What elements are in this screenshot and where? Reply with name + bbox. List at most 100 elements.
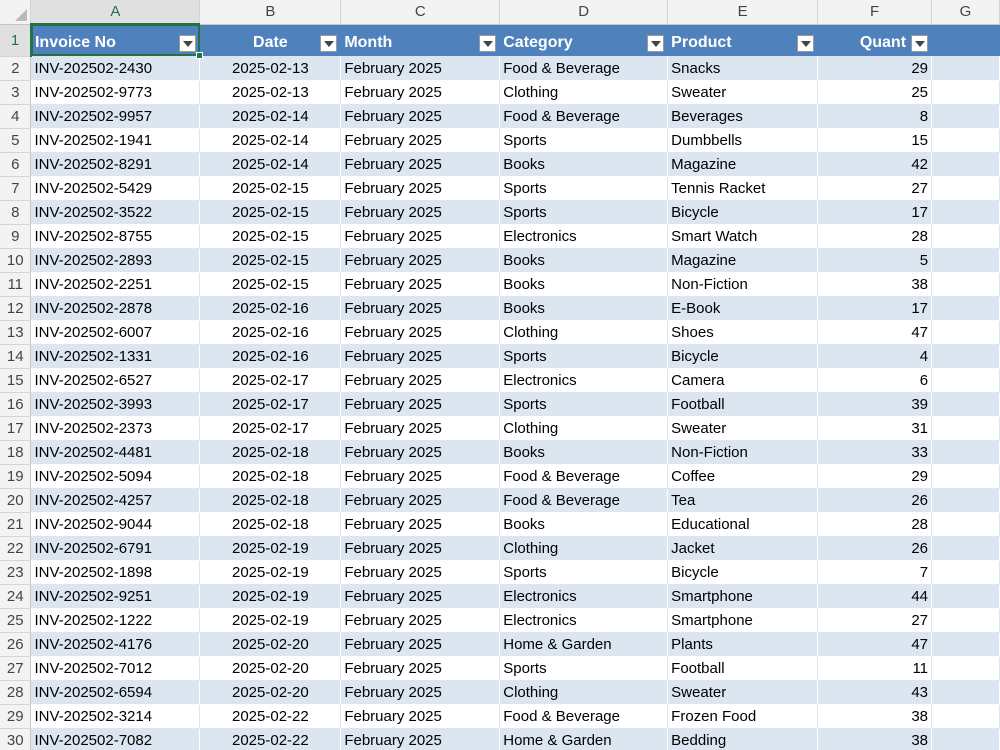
column-header-c[interactable]: C [340, 0, 501, 25]
cell-e[interactable]: Bicycle [667, 344, 819, 369]
cell-g[interactable] [931, 464, 1000, 489]
cell-b[interactable]: 2025-02-15 [199, 248, 342, 273]
cell-c[interactable]: February 2025 [340, 200, 501, 225]
cell-e[interactable]: Sweater [667, 416, 819, 441]
cell-d[interactable]: Books [499, 248, 669, 273]
header-cell-a[interactable]: Invoice No [30, 24, 201, 56]
filter-dropdown-icon[interactable] [179, 35, 197, 52]
cell-b[interactable]: 2025-02-15 [199, 224, 342, 249]
cell-c[interactable]: February 2025 [340, 248, 501, 273]
cell-c[interactable]: February 2025 [340, 224, 501, 249]
row-number[interactable]: 17 [0, 416, 32, 441]
cell-a[interactable]: INV-202502-4257 [30, 488, 201, 513]
cell-a[interactable]: INV-202502-2430 [30, 56, 201, 81]
cell-f[interactable]: 11 [817, 656, 933, 681]
row-number[interactable]: 19 [0, 464, 32, 489]
cell-f[interactable]: 27 [817, 176, 933, 201]
cell-d[interactable]: Sports [499, 656, 669, 681]
cell-c[interactable]: February 2025 [340, 632, 501, 657]
cell-f[interactable]: 43 [817, 680, 933, 705]
cell-g[interactable] [931, 344, 1000, 369]
header-cell-b[interactable]: Date [199, 24, 342, 56]
cell-a[interactable]: INV-202502-7082 [30, 728, 201, 750]
cell-c[interactable]: February 2025 [340, 512, 501, 537]
cell-e[interactable]: Frozen Food [667, 704, 819, 729]
cell-d[interactable]: Home & Garden [499, 632, 669, 657]
cell-a[interactable]: INV-202502-8291 [30, 152, 201, 177]
cell-f[interactable]: 33 [817, 440, 933, 465]
cell-d[interactable]: Sports [499, 392, 669, 417]
cell-f[interactable]: 27 [817, 608, 933, 633]
cell-c[interactable]: February 2025 [340, 80, 501, 105]
cell-e[interactable]: Shoes [667, 320, 819, 345]
cell-a[interactable]: INV-202502-2878 [30, 296, 201, 321]
cell-b[interactable]: 2025-02-22 [199, 728, 342, 750]
cell-b[interactable]: 2025-02-13 [199, 80, 342, 105]
cell-b[interactable]: 2025-02-20 [199, 656, 342, 681]
column-header-e[interactable]: E [667, 0, 819, 25]
row-number[interactable]: 21 [0, 512, 32, 537]
header-cell-g[interactable] [931, 24, 1000, 56]
cell-e[interactable]: Plants [667, 632, 819, 657]
row-number[interactable]: 13 [0, 320, 32, 345]
row-number[interactable]: 9 [0, 224, 32, 249]
cell-e[interactable]: Magazine [667, 248, 819, 273]
filter-dropdown-icon[interactable] [479, 35, 497, 52]
select-all-corner[interactable] [0, 0, 32, 25]
filter-dropdown-icon[interactable] [320, 35, 338, 52]
header-cell-e[interactable]: Product [667, 24, 819, 56]
cell-e[interactable]: Non-Fiction [667, 272, 819, 297]
cell-f[interactable]: 28 [817, 224, 933, 249]
cell-c[interactable]: February 2025 [340, 392, 501, 417]
cell-d[interactable]: Clothing [499, 80, 669, 105]
cell-d[interactable]: Food & Beverage [499, 488, 669, 513]
cell-a[interactable]: INV-202502-6527 [30, 368, 201, 393]
cell-f[interactable]: 38 [817, 272, 933, 297]
cell-d[interactable]: Electronics [499, 368, 669, 393]
cell-b[interactable]: 2025-02-17 [199, 392, 342, 417]
cell-f[interactable]: 31 [817, 416, 933, 441]
cell-g[interactable] [931, 584, 1000, 609]
cell-d[interactable]: Clothing [499, 416, 669, 441]
cell-b[interactable]: 2025-02-13 [199, 56, 342, 81]
cell-b[interactable]: 2025-02-16 [199, 344, 342, 369]
cell-b[interactable]: 2025-02-15 [199, 200, 342, 225]
cell-a[interactable]: INV-202502-2893 [30, 248, 201, 273]
row-number[interactable]: 16 [0, 392, 32, 417]
cell-f[interactable]: 29 [817, 464, 933, 489]
cell-e[interactable]: Camera [667, 368, 819, 393]
cell-c[interactable]: February 2025 [340, 680, 501, 705]
cell-e[interactable]: Tea [667, 488, 819, 513]
cell-c[interactable]: February 2025 [340, 296, 501, 321]
cell-f[interactable]: 42 [817, 152, 933, 177]
cell-b[interactable]: 2025-02-19 [199, 608, 342, 633]
cell-e[interactable]: Bedding [667, 728, 819, 750]
cell-d[interactable]: Sports [499, 344, 669, 369]
cell-g[interactable] [931, 200, 1000, 225]
row-number[interactable]: 23 [0, 560, 32, 585]
cell-f[interactable]: 26 [817, 488, 933, 513]
cell-b[interactable]: 2025-02-18 [199, 488, 342, 513]
cell-c[interactable]: February 2025 [340, 656, 501, 681]
row-number[interactable]: 3 [0, 80, 32, 105]
cell-a[interactable]: INV-202502-4481 [30, 440, 201, 465]
cell-d[interactable]: Clothing [499, 680, 669, 705]
cell-f[interactable]: 28 [817, 512, 933, 537]
cell-c[interactable]: February 2025 [340, 536, 501, 561]
cell-c[interactable]: February 2025 [340, 176, 501, 201]
cell-c[interactable]: February 2025 [340, 488, 501, 513]
cell-g[interactable] [931, 560, 1000, 585]
cell-f[interactable]: 29 [817, 56, 933, 81]
cell-c[interactable]: February 2025 [340, 320, 501, 345]
cell-b[interactable]: 2025-02-17 [199, 368, 342, 393]
cell-a[interactable]: INV-202502-6791 [30, 536, 201, 561]
cell-f[interactable]: 39 [817, 392, 933, 417]
cell-e[interactable]: E-Book [667, 296, 819, 321]
cell-f[interactable]: 8 [817, 104, 933, 129]
cell-g[interactable] [931, 680, 1000, 705]
cell-e[interactable]: Tennis Racket [667, 176, 819, 201]
column-header-g[interactable]: G [931, 0, 1000, 25]
cell-c[interactable]: February 2025 [340, 464, 501, 489]
column-header-a[interactable]: A [30, 0, 201, 25]
cell-d[interactable]: Sports [499, 200, 669, 225]
